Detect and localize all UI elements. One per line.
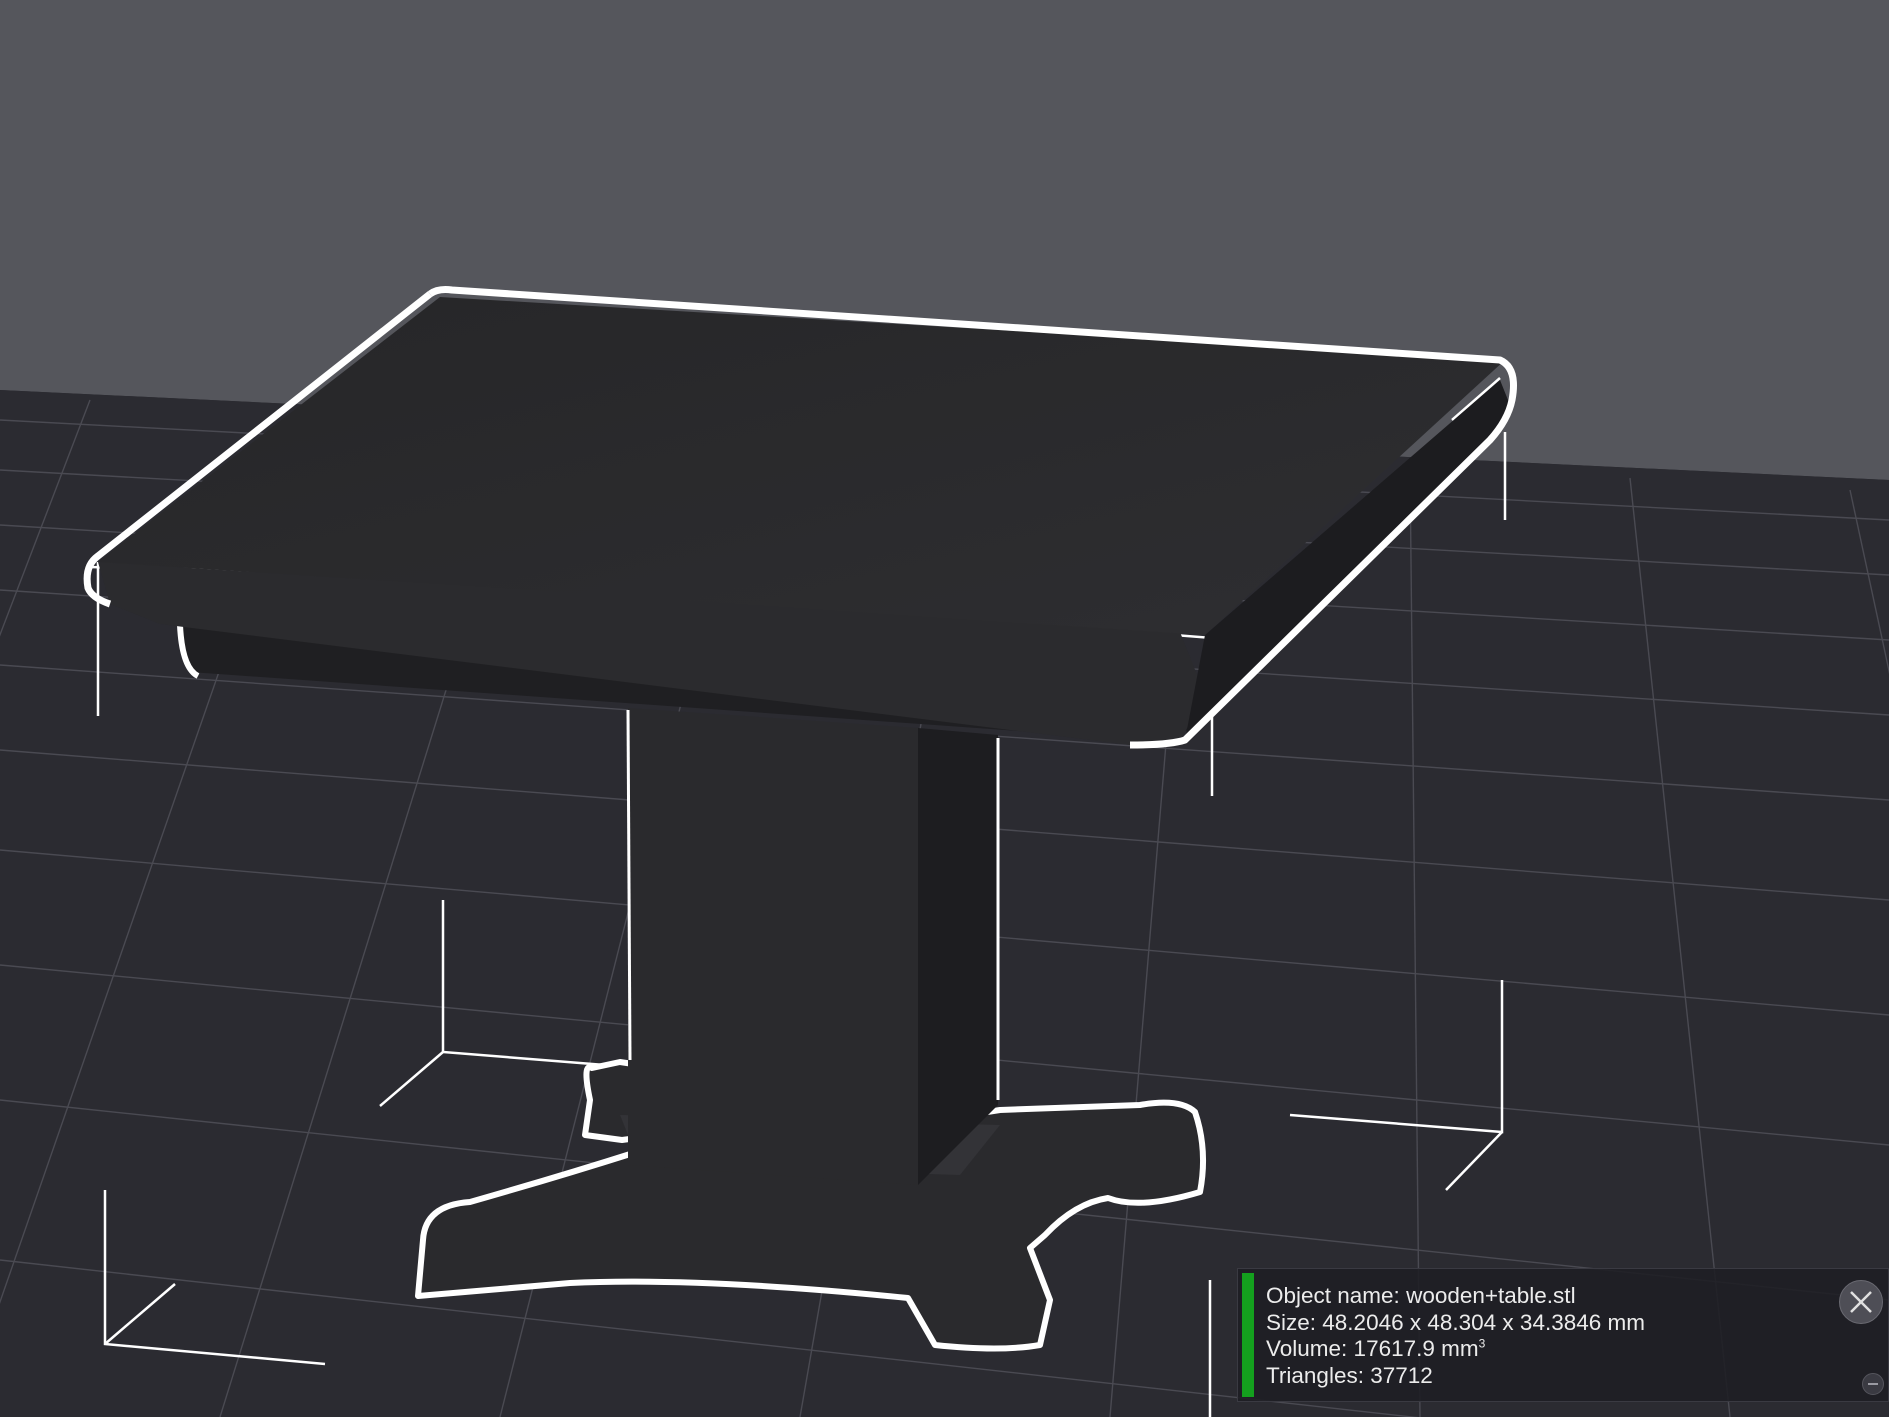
object-size-text: Size: 48.2046 x 48.304 x 34.3846 mm [1266, 1309, 1645, 1335]
object-triangles-text: Triangles: 37712 [1266, 1362, 1433, 1388]
minus-icon [1868, 1383, 1878, 1385]
object-info-panel: Object name: wooden+table.stl Size: 48.2… [1237, 1268, 1889, 1402]
table-pedestal [628, 708, 918, 1185]
object-volume-text: Volume: 17617.9 mm3 [1266, 1336, 1486, 1361]
close-button[interactable] [1839, 1280, 1883, 1324]
object-name-text: Object name: wooden+table.stl [1266, 1283, 1576, 1308]
status-indicator-bar [1242, 1273, 1254, 1397]
collapse-button[interactable] [1862, 1373, 1884, 1395]
close-icon [1850, 1291, 1872, 1313]
3d-viewport[interactable] [0, 0, 1889, 1417]
